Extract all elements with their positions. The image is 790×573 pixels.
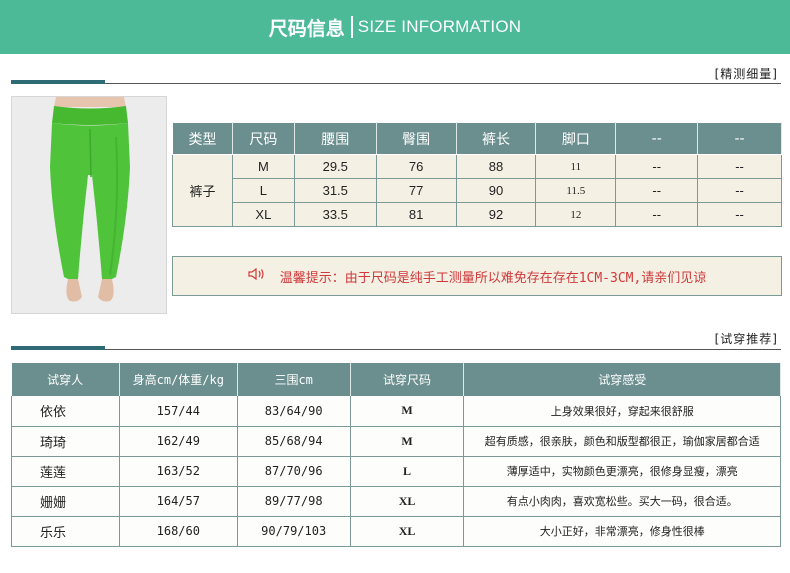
header-title-en: SIZE INFORMATION xyxy=(357,17,522,36)
notice-text: 温馨提示：由于尺码是纯手工测量所以难免存在存在1CM-3CM,请亲们见谅 xyxy=(279,270,707,286)
hem-cell: 11 xyxy=(535,154,617,179)
section-accent-bar xyxy=(11,80,105,84)
hem-cell: 12 xyxy=(535,202,617,227)
size-info-header: 尺码信息 SIZE INFORMATION xyxy=(0,0,790,54)
col-header-blank-1: -- xyxy=(615,122,699,155)
measurements-cell: 83/64/90 xyxy=(237,396,351,427)
col-header-measurements: 三围cm xyxy=(237,363,351,396)
tryon-table: 试穿人 身高cm/体重/kg 三围cm 试穿尺码 试穿感受 依依 157/44 … xyxy=(11,363,781,547)
col-header-waist: 腰围 xyxy=(293,122,377,155)
length-cell: 90 xyxy=(456,178,537,203)
size-cell: XL xyxy=(232,202,295,227)
blank-cell: -- xyxy=(697,202,782,227)
hip-cell: 81 xyxy=(376,202,457,227)
table-row: XL 33.5 81 92 12 -- -- xyxy=(173,202,782,227)
hip-cell: 77 xyxy=(376,178,457,203)
height-weight-cell: 164/57 xyxy=(119,486,238,517)
type-cell: 裤子 xyxy=(172,154,233,227)
section-label-tryon: [试穿推荐] xyxy=(714,332,778,346)
blank-cell: -- xyxy=(697,154,782,179)
table-row: 乐乐 168/60 90/79/103 XL 大小正好，非常漂亮，修身性很棒 xyxy=(11,516,781,547)
tryon-size-cell: XL xyxy=(350,516,465,547)
waist-cell: 29.5 xyxy=(294,154,377,179)
tryon-size-cell: XL xyxy=(350,486,465,517)
green-leggings-image xyxy=(12,97,166,313)
section-label-measure: [精测细量] xyxy=(714,67,778,81)
hem-cell: 11.5 xyxy=(535,178,617,203)
size-cell: M xyxy=(232,154,295,179)
length-cell: 88 xyxy=(456,154,537,179)
hip-cell: 76 xyxy=(376,154,457,179)
height-weight-cell: 163/52 xyxy=(119,456,238,487)
col-header-tester: 试穿人 xyxy=(11,363,120,396)
feedback-cell: 大小正好，非常漂亮，修身性很棒 xyxy=(463,516,781,547)
header-title-zh: 尺码信息 xyxy=(268,17,345,40)
waist-cell: 31.5 xyxy=(294,178,377,203)
table-row: 依依 157/44 83/64/90 M 上身效果很好，穿起来很舒服 xyxy=(11,396,781,427)
tester-name: 姗姗 xyxy=(11,486,120,517)
col-header-feedback: 试穿感受 xyxy=(463,363,781,396)
section-divider xyxy=(11,83,781,84)
blank-cell: -- xyxy=(697,178,782,203)
table-row: 裤子 M 29.5 76 88 11 -- -- xyxy=(172,154,782,227)
col-header-blank-2: -- xyxy=(697,122,782,155)
measurements-cell: 89/77/98 xyxy=(237,486,351,517)
col-header-hem: 脚口 xyxy=(535,122,617,155)
feedback-cell: 上身效果很好，穿起来很舒服 xyxy=(463,396,781,427)
header-separator xyxy=(350,16,353,38)
size-table: 类型 尺码 腰围 臀围 裤长 脚口 -- -- 裤子 M 29.5 76 88 … xyxy=(172,122,782,227)
feedback-cell: 超有质感，很亲肤，颜色和版型都很正，瑜伽家居都合适 xyxy=(463,426,781,457)
blank-cell: -- xyxy=(615,202,699,227)
table-row: 姗姗 164/57 89/77/98 XL 有点小肉肉，喜欢宽松些。买大一码，很… xyxy=(11,486,781,517)
table-row: 莲莲 163/52 87/70/96 L 薄厚适中，实物颜色更漂亮，很修身显瘦，… xyxy=(11,456,781,487)
product-photo xyxy=(11,96,167,314)
col-header-type: 类型 xyxy=(172,122,233,155)
col-header-tryon-size: 试穿尺码 xyxy=(350,363,465,396)
col-header-height-weight: 身高cm/体重/kg xyxy=(119,363,238,396)
section-divider xyxy=(11,349,781,350)
tester-name: 乐乐 xyxy=(11,516,120,547)
tryon-size-cell: M xyxy=(350,426,465,457)
measurements-cell: 85/68/94 xyxy=(237,426,351,457)
tryon-size-cell: L xyxy=(350,456,465,487)
feedback-cell: 薄厚适中，实物颜色更漂亮，很修身显瘦，漂亮 xyxy=(463,456,781,487)
size-cell: L xyxy=(232,178,295,203)
col-header-size: 尺码 xyxy=(231,122,295,155)
measurements-cell: 87/70/96 xyxy=(237,456,351,487)
length-cell: 92 xyxy=(456,202,537,227)
height-weight-cell: 157/44 xyxy=(119,396,238,427)
tester-name: 琦琦 xyxy=(11,426,120,457)
blank-cell: -- xyxy=(615,178,699,203)
section-accent-bar xyxy=(11,346,105,350)
col-header-hip: 臀围 xyxy=(375,122,457,155)
table-row: L 31.5 77 90 11.5 -- -- xyxy=(173,178,782,203)
table-row: 琦琦 162/49 85/68/94 M 超有质感，很亲肤，颜色和版型都很正，瑜… xyxy=(11,426,781,457)
col-header-length: 裤长 xyxy=(455,122,537,155)
blank-cell: -- xyxy=(615,154,699,179)
notice-box: 温馨提示：由于尺码是纯手工测量所以难免存在存在1CM-3CM,请亲们见谅 xyxy=(172,256,782,296)
tester-name: 依依 xyxy=(11,396,120,427)
height-weight-cell: 162/49 xyxy=(119,426,238,457)
height-weight-cell: 168/60 xyxy=(119,516,238,547)
feedback-cell: 有点小肉肉，喜欢宽松些。买大一码，很合适。 xyxy=(463,486,781,517)
tester-name: 莲莲 xyxy=(11,456,120,487)
measurements-cell: 90/79/103 xyxy=(237,516,351,547)
waist-cell: 33.5 xyxy=(294,202,377,227)
speaker-icon xyxy=(248,267,266,284)
tryon-size-cell: M xyxy=(350,396,465,427)
